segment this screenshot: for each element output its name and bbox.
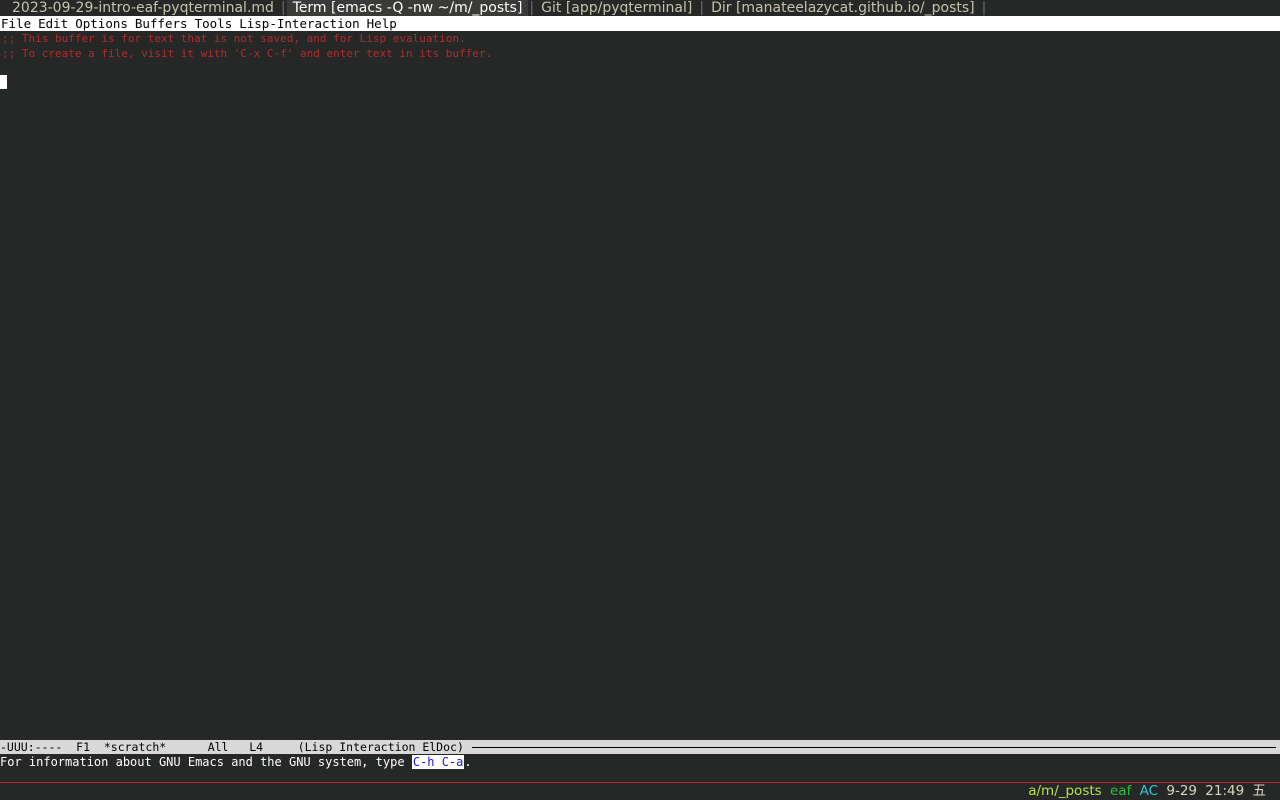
status-time: 21:49	[1205, 783, 1245, 799]
echo-message-end: .	[464, 755, 472, 769]
menu-lisp-interaction[interactable]: Lisp-Interaction	[238, 16, 359, 31]
buffer-comment-line: ;; This buffer is for text that is not s…	[2, 32, 466, 45]
menu-help[interactable]: Help	[366, 16, 397, 31]
tab-separator: |	[981, 0, 987, 16]
echo-area: For information about GNU Emacs and the …	[0, 754, 1280, 782]
status-eaf: eaf	[1109, 783, 1132, 799]
menu-file[interactable]: File	[0, 16, 31, 31]
tab-separator: |	[280, 0, 286, 16]
status-path: a/m/_posts	[1028, 783, 1102, 799]
tab-dir[interactable]: Dir [manateelazycat.github.io/_posts]	[705, 0, 981, 16]
status-ac: AC	[1139, 783, 1159, 799]
scratch-buffer[interactable]: ;; This buffer is for text that is not s…	[0, 31, 1280, 740]
mode-line-rule	[471, 746, 1276, 748]
tab-separator: |	[529, 0, 535, 16]
menu-bar: File Edit Options Buffers Tools Lisp-Interact…	[0, 16, 1280, 31]
tab-bar: 2023-09-29-intro-eaf-pyqterminal.md | Term…	[0, 0, 1280, 16]
tab-term-emacs[interactable]: Term [emacs -Q -nw ~/m/_posts]	[286, 0, 529, 16]
status-bar: a/m/_posts eaf AC 9-29 21:49 五	[0, 783, 1280, 800]
menu-buffers[interactable]: Buffers	[134, 16, 188, 31]
echo-key-hint: C-h C-a	[411, 755, 465, 769]
tab-git[interactable]: Git [app/pyqterminal]	[535, 0, 698, 16]
tab-separator: |	[699, 0, 705, 16]
status-weekday: 五	[1252, 783, 1267, 799]
mode-line[interactable]: -UUU:---- F1 *scratch* All L4 (Lisp Inte…	[0, 740, 1280, 754]
status-right-group: a/m/_posts eaf AC 9-29 21:49 五	[1024, 783, 1266, 800]
echo-message: For information about GNU Emacs and the …	[0, 755, 412, 769]
menu-options[interactable]: Options	[74, 16, 128, 31]
mode-line-text: -UUU:---- F1 *scratch* All L4 (Lisp Inte…	[0, 740, 464, 754]
tab-markdown-file[interactable]: 2023-09-29-intro-eaf-pyqterminal.md	[0, 0, 280, 16]
menu-tools[interactable]: Tools	[194, 16, 233, 31]
buffer-comment-line: ;; To create a file, visit it with 'C-x …	[2, 47, 493, 60]
status-date: 9-29	[1166, 783, 1197, 799]
menu-edit[interactable]: Edit	[37, 16, 68, 31]
text-cursor	[0, 75, 7, 89]
